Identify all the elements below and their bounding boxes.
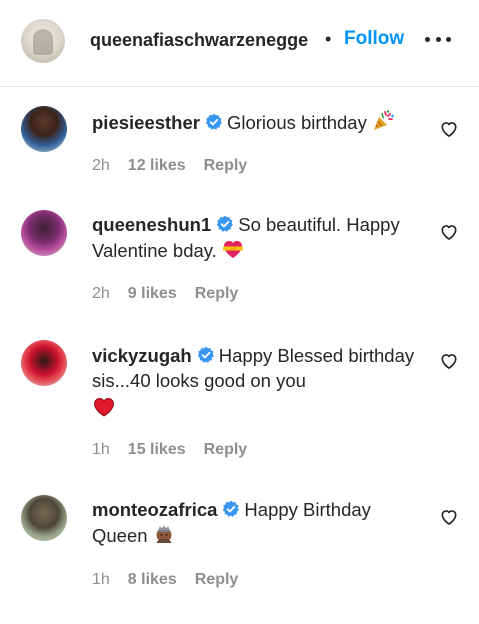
commenter-username[interactable]: monteozafrica: [92, 499, 217, 520]
comment-meta: 1h 15 likes Reply: [92, 441, 247, 459]
comment-timestamp: 2h: [92, 157, 110, 174]
author-username[interactable]: queenafiaschwarzenegge: [90, 30, 308, 51]
comment-timestamp: 2h: [92, 285, 110, 302]
commenter-username[interactable]: queeneshun1: [92, 214, 211, 235]
heart-with-ribbon-icon: [222, 241, 243, 258]
separator-dot: •: [325, 29, 332, 49]
like-heart-icon[interactable]: [439, 119, 459, 139]
commenter-avatar[interactable]: [21, 495, 67, 541]
like-heart-icon[interactable]: [439, 351, 459, 371]
comment-text-block: vickyzugah Happy Blessed birthday sis...4…: [92, 343, 422, 421]
verified-badge-icon: [205, 113, 222, 130]
post-header: queenafiaschwarzenegge • Follow: [0, 0, 479, 87]
commenter-avatar[interactable]: [21, 340, 67, 386]
comment-text-block: queeneshun1 So beautiful. Happy Valentine…: [92, 212, 422, 263]
comment-likes[interactable]: 8 likes: [128, 571, 177, 588]
verified-badge-icon: [197, 346, 214, 363]
commenter-username[interactable]: vickyzugah: [92, 345, 192, 366]
commenter-avatar[interactable]: [21, 106, 67, 152]
like-heart-icon[interactable]: [439, 222, 459, 242]
red-heart-icon: [93, 398, 115, 417]
comment-meta: 2h 12 likes Reply: [92, 157, 247, 175]
like-heart-icon[interactable]: [439, 507, 459, 527]
commenter-avatar[interactable]: [21, 210, 67, 256]
reply-button[interactable]: Reply: [195, 571, 239, 588]
comment-body: Glorious birthday: [226, 112, 367, 133]
verified-badge-icon: [217, 215, 234, 232]
comment-meta: 2h 9 likes Reply: [92, 285, 238, 303]
comment-likes[interactable]: 12 likes: [128, 157, 186, 174]
comment-timestamp: 1h: [92, 441, 110, 458]
author-avatar[interactable]: [21, 19, 65, 63]
party-popper-icon: [373, 110, 394, 130]
comment-likes[interactable]: 9 likes: [128, 285, 177, 302]
person-crowned-icon: [156, 525, 172, 543]
reply-button[interactable]: Reply: [204, 441, 248, 458]
comment-meta: 1h 8 likes Reply: [92, 571, 238, 589]
reply-button[interactable]: Reply: [195, 285, 239, 302]
more-options-icon[interactable]: [425, 37, 451, 45]
follow-button[interactable]: Follow: [344, 28, 404, 50]
reply-button[interactable]: Reply: [204, 157, 248, 174]
comment-likes[interactable]: 15 likes: [128, 441, 186, 458]
comments-panel: queenafiaschwarzenegge • Follow piesiees…: [0, 0, 479, 624]
comment-text-block: piesieesther Glorious birthday: [92, 109, 422, 135]
verified-badge-icon: [223, 500, 240, 517]
commenter-username[interactable]: piesieesther: [92, 112, 200, 133]
comment-timestamp: 1h: [92, 571, 110, 588]
comment-text-block: monteozafrica Happy Birthday Queen: [92, 497, 422, 548]
